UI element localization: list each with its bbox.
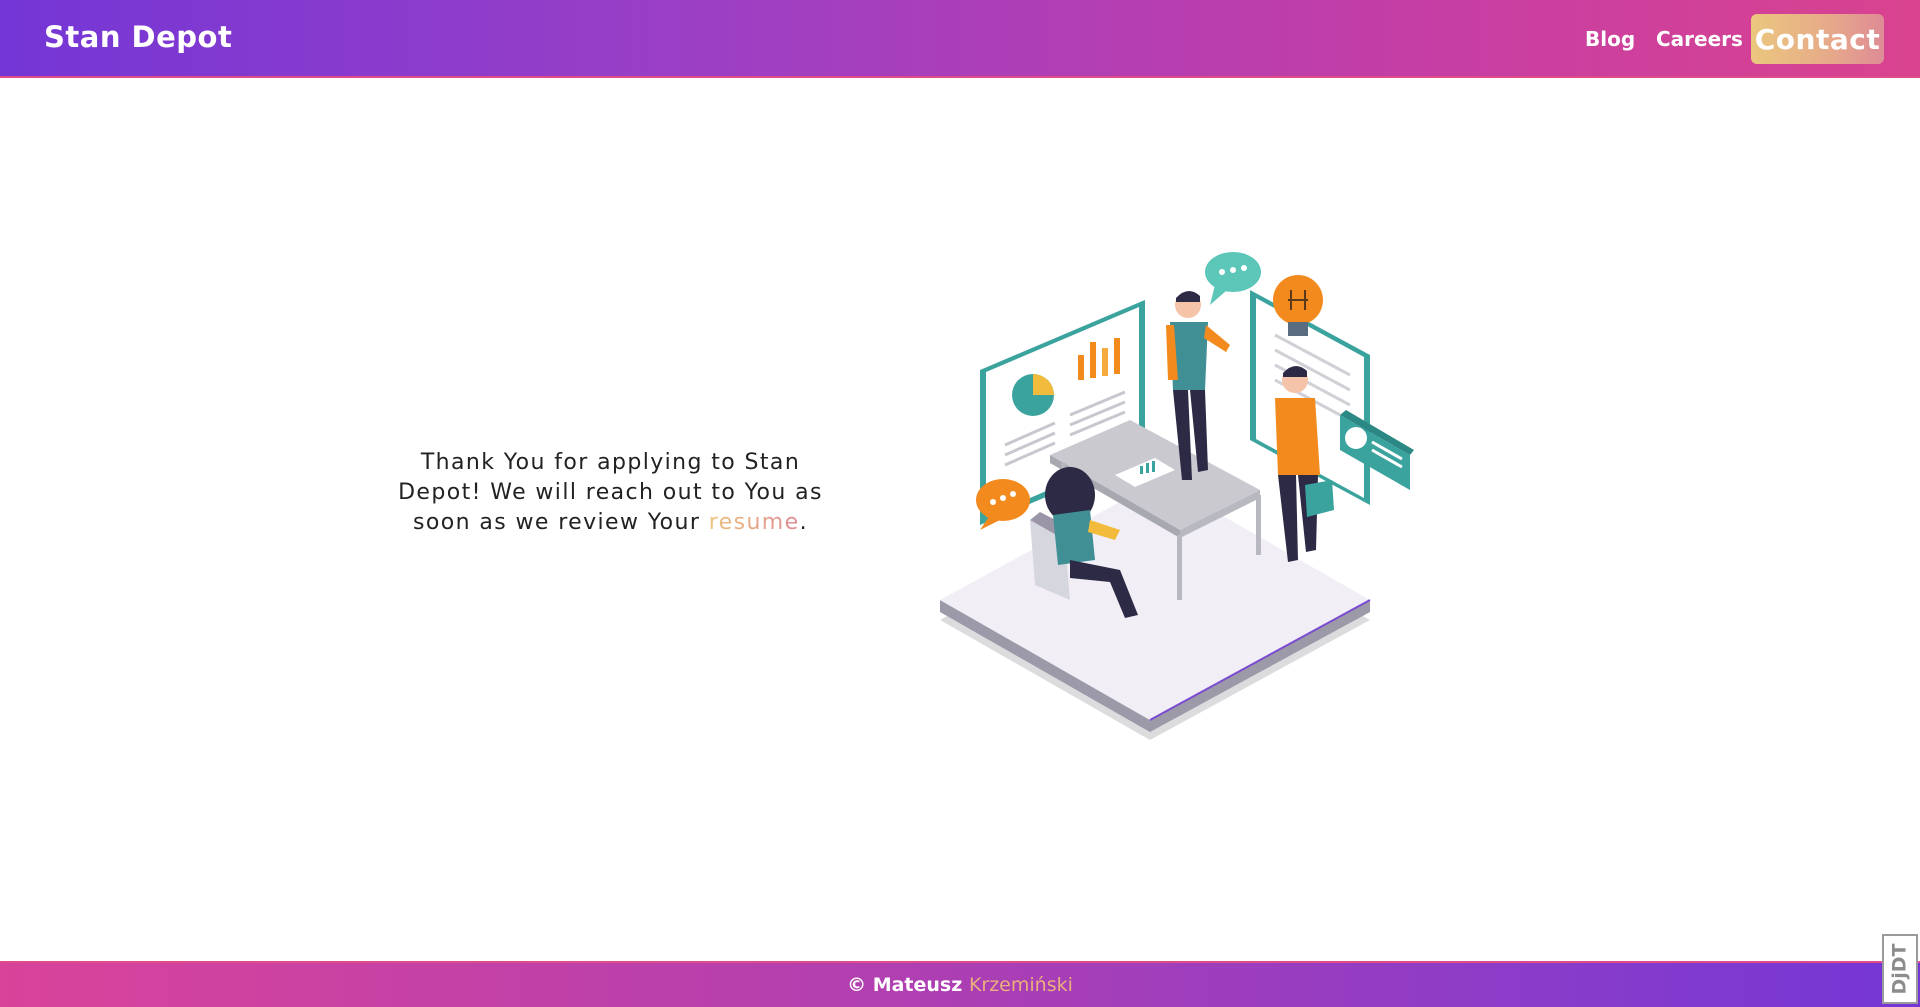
nav-link-careers[interactable]: Careers xyxy=(1656,27,1743,51)
site-header: Stan Depot Blog Careers Contact xyxy=(0,0,1920,78)
contact-button-label: Contact xyxy=(1754,22,1881,56)
thank-you-end: . xyxy=(799,510,808,535)
team-meeting-illustration xyxy=(940,252,1414,740)
debug-toolbar-toggle[interactable]: DjDT xyxy=(1882,934,1918,1004)
resume-link[interactable]: resume xyxy=(709,510,800,535)
footer-copyright: © Mateusz Krzemiński xyxy=(0,974,1920,996)
brand-logo-text[interactable]: Stan Depot xyxy=(44,20,232,54)
contact-button[interactable]: Contact xyxy=(1751,14,1884,64)
footer-copyright-surname: Krzemiński xyxy=(968,974,1073,996)
site-footer: © Mateusz Krzemiński xyxy=(0,961,1920,1007)
debug-toolbar-label: DjDT xyxy=(1889,943,1911,995)
footer-copyright-name: © Mateusz xyxy=(847,974,963,996)
nav-link-blog[interactable]: Blog xyxy=(1585,27,1635,51)
thank-you-message: Thank You for applying to Stan Depot! We… xyxy=(398,448,823,538)
